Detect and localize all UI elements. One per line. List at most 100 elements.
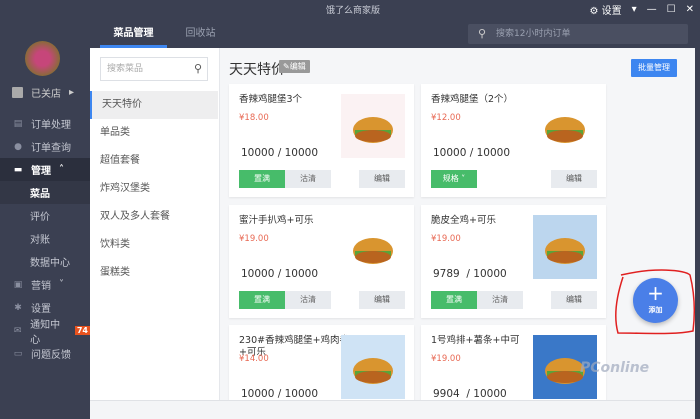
dish-stock: 10000 / 10000	[241, 268, 319, 280]
edit-dish-button[interactable]: 编辑	[359, 170, 405, 188]
close-icon[interactable]: ✕	[686, 4, 694, 15]
sidebar-item-order-processing[interactable]: ▤ 订单处理	[0, 112, 90, 135]
category-item[interactable]: 超值套餐	[90, 147, 218, 175]
fill-stock-button[interactable]: 置满	[431, 291, 477, 309]
nav-label: 管理	[31, 166, 51, 177]
nav-label: 问题反馈	[31, 350, 71, 361]
chevron-down-icon: ˅	[59, 279, 64, 290]
plus-icon: +	[647, 281, 664, 305]
sidebar-item-order-query[interactable]: ● 订单查询	[0, 135, 90, 158]
chevron-up-icon: ˄	[59, 164, 64, 175]
notification-badge: 74	[74, 326, 90, 335]
sidebar-item-feedback[interactable]: ▭ 问题反馈	[0, 342, 90, 365]
category-item[interactable]: 炸鸡汉堡类	[90, 175, 218, 203]
fill-stock-button[interactable]: 置满	[239, 170, 285, 188]
sold-out-button[interactable]: 沽清	[285, 170, 331, 188]
sidebar-item-notifications[interactable]: ✉ 通知中心 74	[0, 319, 90, 346]
dish-card: 230#香辣鸡腿堡+鸡肉卷+可乐 ¥14.00 10000 / 10000 置满…	[229, 325, 414, 400]
chat-icon: ▭	[13, 348, 23, 359]
edit-dish-button[interactable]: 编辑	[551, 291, 597, 309]
tab-recycle-bin[interactable]: 回收站	[167, 24, 234, 48]
dish-price: ¥19.00	[239, 234, 269, 244]
clock-icon: ●	[14, 141, 22, 152]
dish-stock: 10000 / 10000	[433, 147, 511, 159]
section-title: 天天特价	[229, 62, 285, 78]
dish-card: 蜜汁手扒鸡+可乐 ¥19.00 10000 / 10000 置满 沽清 编辑	[229, 205, 414, 318]
search-icon: ⚲	[478, 27, 487, 40]
dish-content: 天天特价 ✎编辑 批量管理 香辣鸡腿堡3个 ¥18.00 10000 / 100…	[220, 48, 695, 400]
edit-dish-button[interactable]: 编辑	[359, 291, 405, 309]
nav-label: 通知中心	[30, 319, 61, 346]
sidebar-item-dishes[interactable]: 菜品	[0, 181, 90, 204]
dish-stock: 10000 / 10000	[241, 388, 319, 400]
nav-label: 营销	[31, 281, 51, 292]
chevron-down-icon: ˅	[461, 174, 466, 183]
camera-icon: ▣	[13, 279, 23, 290]
app-title: 饿了么商家版	[326, 6, 381, 16]
sidebar-item-marketing[interactable]: ▣ 营销 ˅	[0, 273, 90, 296]
title-bar: 饿了么商家版 ⚙ 设置 ▾ — ☐ ✕ 菜品管理 回收站 ⚲ 搜索12小时内订单	[0, 0, 700, 48]
category-item[interactable]: 蛋糕类	[90, 259, 218, 287]
dish-image	[533, 94, 597, 158]
mail-icon: ✉	[13, 325, 22, 336]
pencil-icon: ✎	[283, 62, 290, 71]
edit-category-button[interactable]: ✎编辑	[279, 60, 310, 73]
category-panel: 搜索菜品 ⚲ 天天特价 单品类 超值套餐 炸鸡汉堡类 双人及多人套餐 饮料类 蛋糕…	[90, 48, 220, 400]
nav-label: 设置	[31, 304, 51, 315]
category-item[interactable]: 饮料类	[90, 231, 218, 259]
sidebar-item-manage[interactable]: ▬ 管理 ˄	[0, 158, 90, 181]
order-search-input[interactable]: ⚲ 搜索12小时内订单	[468, 24, 688, 44]
list-icon: ▤	[13, 118, 23, 129]
dish-image	[341, 94, 405, 158]
dish-card: 1号鸡排+薯条+中可 ¥19.00 9904 / 10000 置满沽清编辑	[421, 325, 606, 400]
shop-status[interactable]: 已关店 ▸	[12, 85, 74, 100]
batch-manage-button[interactable]: 批量管理	[631, 59, 677, 77]
dish-price: ¥19.00	[431, 354, 461, 364]
nav-label: 订单处理	[31, 120, 71, 131]
category-item[interactable]: 双人及多人套餐	[90, 203, 218, 231]
monitor-icon: ▬	[13, 164, 23, 175]
sidebar: 已关店 ▸ ▤ 订单处理 ● 订单查询 ▬ 管理 ˄ 菜品 评价 对账 数据中心 ▣ 营销 ˅…	[0, 0, 90, 419]
menu-icon[interactable]: ▾	[632, 4, 637, 15]
minimize-icon[interactable]: —	[647, 4, 657, 15]
tab-dish-management[interactable]: 菜品管理	[100, 24, 167, 48]
dish-image	[533, 215, 597, 279]
spec-label: 规格	[442, 174, 459, 183]
dish-image	[341, 215, 405, 279]
dish-stock: 10000 / 10000	[241, 147, 319, 159]
dish-card: 脆皮全鸡+可乐 ¥19.00 9789 / 10000 置满 沽清 编辑	[421, 205, 606, 318]
dish-image	[341, 335, 405, 399]
sold-out-button[interactable]: 沽清	[285, 291, 331, 309]
settings-label: 设置	[601, 6, 622, 17]
sidebar-item-data-center[interactable]: 数据中心	[0, 250, 90, 273]
order-search-placeholder: 搜索12小时内订单	[496, 29, 571, 39]
avatar[interactable]	[25, 41, 60, 76]
checkbox-icon	[12, 87, 23, 98]
dish-price: ¥12.00	[431, 113, 461, 123]
bottom-bar	[90, 400, 695, 419]
category-item[interactable]: 天天特价	[90, 91, 218, 119]
watermark-logo: PConline	[580, 360, 650, 376]
dish-price: ¥18.00	[239, 113, 269, 123]
edit-dish-button[interactable]: 编辑	[551, 170, 597, 188]
nav-label: 订单查询	[31, 143, 71, 154]
fill-stock-button[interactable]: 置满	[239, 291, 285, 309]
gear-icon: ✱	[14, 302, 22, 313]
maximize-icon[interactable]: ☐	[667, 4, 676, 15]
spec-dropdown[interactable]: 规格 ˅	[431, 170, 477, 188]
dish-price: ¥19.00	[431, 234, 461, 244]
add-dish-button[interactable]: + 添加	[633, 278, 678, 323]
sidebar-item-reconcile[interactable]: 对账	[0, 227, 90, 250]
dish-card: 香辣鸡腿堡3个 ¥18.00 10000 / 10000 置满 沽清 编辑	[229, 84, 414, 197]
category-item[interactable]: 单品类	[90, 119, 218, 147]
dish-search-input[interactable]: 搜索菜品 ⚲	[100, 57, 208, 81]
add-label: 添加	[648, 306, 663, 314]
dish-stock: 9904 / 10000	[433, 388, 507, 400]
search-icon: ⚲	[193, 62, 202, 75]
sidebar-item-reviews[interactable]: 评价	[0, 204, 90, 227]
caret-right-icon: ▸	[69, 87, 75, 98]
sold-out-button[interactable]: 沽清	[477, 291, 523, 309]
settings-button[interactable]: ⚙ 设置	[589, 2, 621, 17]
dish-card: 香辣鸡腿堡（2个） ¥12.00 10000 / 10000 规格 ˅ 编辑	[421, 84, 606, 197]
shop-status-label: 已关店	[31, 89, 61, 100]
